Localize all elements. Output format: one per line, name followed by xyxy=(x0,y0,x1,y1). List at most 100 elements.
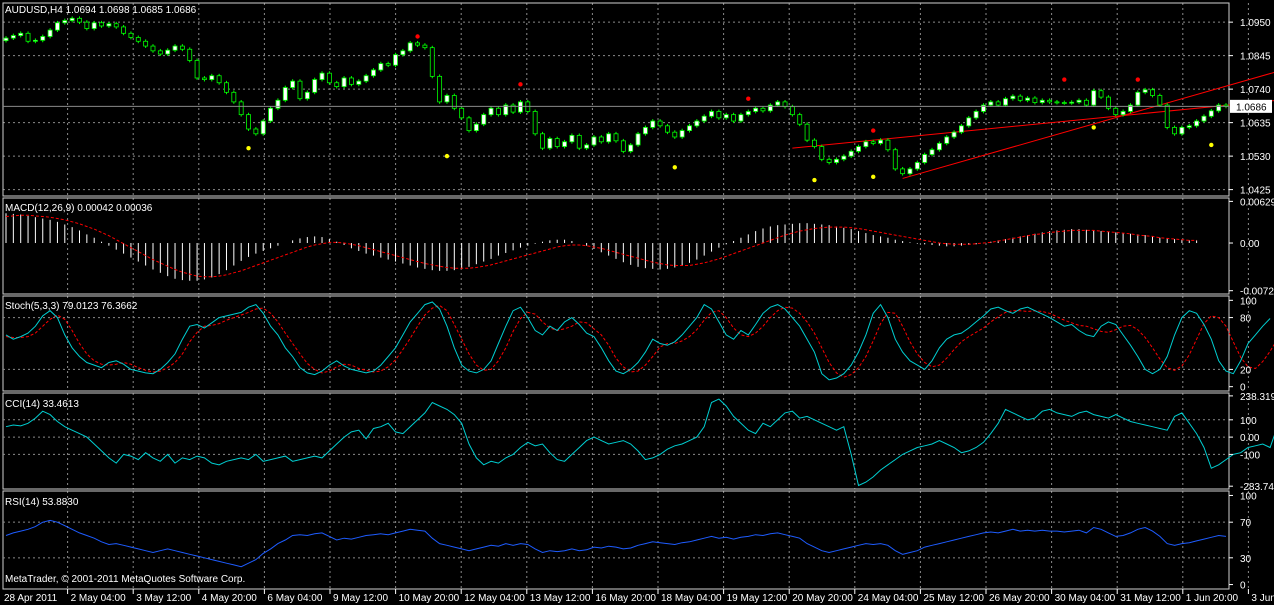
candle-body xyxy=(1017,95,1023,101)
candle-body xyxy=(532,111,538,135)
last-price-label: 1.0686 xyxy=(1236,102,1267,113)
candle-body xyxy=(77,17,82,23)
candle-body xyxy=(1172,127,1177,135)
candle-body xyxy=(1083,99,1089,106)
candle-body xyxy=(349,77,354,85)
candle-body xyxy=(179,45,185,50)
candle-body xyxy=(885,139,891,151)
candle-body xyxy=(900,168,906,175)
candle-body xyxy=(437,75,443,103)
candle-body xyxy=(819,146,825,160)
candle-body xyxy=(238,101,244,116)
candle-body xyxy=(863,141,869,147)
candle-body xyxy=(1091,90,1097,106)
axis-tick-label: -100 xyxy=(1240,450,1260,461)
candle-body xyxy=(312,79,318,93)
candle-body xyxy=(1208,110,1214,117)
candle-body xyxy=(966,117,972,127)
candle-body xyxy=(973,111,979,119)
candle-body xyxy=(47,29,53,37)
candle-body xyxy=(18,32,24,36)
candle-body xyxy=(363,75,369,82)
candle-body xyxy=(576,134,582,149)
candle-body xyxy=(1150,89,1155,96)
fractal-up-marker xyxy=(415,34,420,39)
candle-body xyxy=(988,101,994,106)
candle-body xyxy=(1003,98,1008,106)
candle-body xyxy=(635,133,641,146)
candle-body xyxy=(253,128,259,135)
chart-background xyxy=(0,0,1274,605)
candle-body xyxy=(378,63,384,71)
axis-tick-label: 238.319 xyxy=(1240,392,1274,403)
candle-body xyxy=(466,117,472,132)
fractal-up-marker xyxy=(1062,77,1067,82)
axis-tick-label: 0.00 xyxy=(1240,239,1260,250)
candle-body xyxy=(760,107,766,112)
candle-body xyxy=(995,101,1001,106)
candle-body xyxy=(334,82,340,87)
fractal-down-marker xyxy=(1209,142,1214,148)
candle-body xyxy=(665,125,670,133)
candle-body xyxy=(407,42,413,52)
stoch-label: Stoch(5,3,3) 79.0123 76.3662 xyxy=(5,301,138,312)
time-label: 12 May 04:00 xyxy=(464,593,525,604)
candle-body xyxy=(738,114,744,122)
candle-body xyxy=(797,114,803,125)
candle-body xyxy=(99,22,104,27)
candle-body xyxy=(1157,95,1163,106)
candle-body xyxy=(878,139,883,144)
candle-body xyxy=(584,144,590,149)
candle-body xyxy=(922,154,928,163)
candle-body xyxy=(1032,97,1038,103)
candle-body xyxy=(914,162,920,170)
axis-tick-label: 80 xyxy=(1240,314,1252,325)
time-label: 6 May 04:00 xyxy=(267,593,322,604)
candle-body xyxy=(1025,97,1030,101)
time-label: 31 May 12:00 xyxy=(1120,593,1181,604)
candle-body xyxy=(929,149,935,155)
candle-body xyxy=(892,149,898,170)
candle-body xyxy=(1164,104,1170,128)
candle-body xyxy=(650,120,656,128)
time-label: 1 Jun 20:00 xyxy=(1186,593,1239,604)
candle-body xyxy=(518,101,523,113)
axis-tick-label: 70 xyxy=(1240,518,1252,529)
time-label: 3 May 12:00 xyxy=(136,593,191,604)
trading-chart: 1.0950 1.0845 1.0740 1.0635 1.0530 1.0425 1.0… xyxy=(0,0,1274,605)
time-label: 2 May 04:00 xyxy=(71,593,126,604)
candle-body xyxy=(745,111,751,116)
candle-body xyxy=(69,17,75,21)
fractal-down-marker xyxy=(246,145,251,151)
candle-body xyxy=(834,158,839,163)
candle-body xyxy=(1061,102,1067,104)
time-label: 9 May 12:00 xyxy=(333,593,388,604)
time-label: 25 May 12:00 xyxy=(923,593,984,604)
candle-body xyxy=(275,99,281,109)
candle-body xyxy=(422,44,428,49)
candle-body xyxy=(444,95,450,103)
candle-body xyxy=(709,111,714,117)
candle-body xyxy=(540,133,545,149)
candle-body xyxy=(400,50,406,56)
candle-body xyxy=(91,22,97,29)
fractal-down-marker xyxy=(871,174,876,180)
candle-body xyxy=(848,150,854,157)
time-label: 13 May 12:00 xyxy=(530,593,591,604)
time-label: 3 Jun 04:00 xyxy=(1251,593,1274,604)
price-tick-label: 1.0425 xyxy=(1240,186,1271,197)
candle-body xyxy=(1076,99,1082,103)
candle-body xyxy=(694,120,700,127)
candle-body xyxy=(429,47,435,77)
fractal-down-marker xyxy=(812,177,817,183)
candle-body xyxy=(290,80,296,88)
candle-body xyxy=(716,111,722,119)
candle-body xyxy=(187,48,193,61)
time-label: 16 May 20:00 xyxy=(595,593,656,604)
candle-body xyxy=(282,87,288,101)
candle-body xyxy=(1135,91,1141,106)
candle-body xyxy=(642,127,648,135)
candle-body xyxy=(1186,125,1192,128)
axis-tick-label: 100 xyxy=(1240,416,1257,427)
candle-body xyxy=(260,120,266,135)
